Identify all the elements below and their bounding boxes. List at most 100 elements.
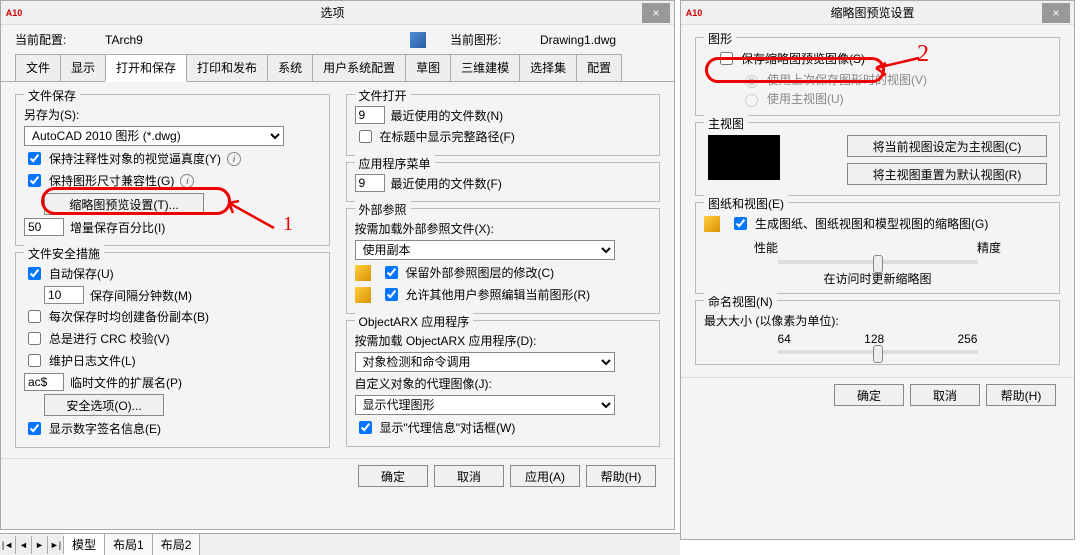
current-drawing-label: 当前图形: [450, 31, 520, 48]
tab-1[interactable]: 显示 [60, 54, 106, 81]
save-as-label: 另存为(S): [24, 106, 79, 123]
scroll-last-button[interactable]: ►| [48, 536, 64, 554]
info-icon[interactable]: i [227, 152, 241, 166]
save-thumbnail-checkbox[interactable] [720, 52, 733, 65]
home-view-preview [708, 135, 780, 180]
ok-button[interactable]: 确定 [358, 465, 428, 487]
generate-thumb-checkbox[interactable] [734, 217, 747, 230]
layout-tab-1[interactable]: 布局1 [105, 534, 153, 555]
dialog-title: 选项 [23, 4, 642, 21]
tab-4[interactable]: 系统 [267, 54, 313, 81]
help-button[interactable]: 帮助(H) [986, 384, 1056, 406]
close-icon[interactable]: × [1042, 3, 1070, 23]
precision-slider[interactable] [778, 260, 978, 264]
crc-checkbox[interactable] [28, 332, 41, 345]
help-button[interactable]: 帮助(H) [586, 465, 656, 487]
tick-128: 128 [864, 332, 884, 346]
tab-strip: 文件显示打开和保存打印和发布系统用户系统配置草图三维建模选择集配置 [1, 54, 674, 82]
cancel-button[interactable]: 取消 [434, 465, 504, 487]
tab-7[interactable]: 三维建模 [450, 54, 520, 81]
apply-button[interactable]: 应用(A) [510, 465, 580, 487]
annotative-checkbox[interactable] [28, 152, 41, 165]
arx-group: ObjectARX 应用程序 按需加载 ObjectARX 应用程序(D): 对… [346, 320, 661, 447]
max-size-label: 最大大小 (以像素为单位): [704, 312, 839, 329]
signature-checkbox[interactable] [28, 422, 41, 435]
backup-checkbox[interactable] [28, 310, 41, 323]
xref-load-select[interactable]: 使用副本 [355, 240, 615, 260]
app-icon: A10 [5, 6, 23, 20]
tab-3[interactable]: 打印和发布 [186, 54, 268, 81]
group-title: 文件保存 [24, 87, 80, 104]
set-home-button[interactable]: 将当前视图设定为主视图(C) [847, 135, 1047, 157]
xref-icon [355, 265, 371, 281]
current-profile-label: 当前配置: [15, 31, 85, 48]
fullpath-checkbox[interactable] [359, 130, 372, 143]
temp-ext-label: 临时文件的扩展名(P) [70, 374, 182, 391]
scroll-first-button[interactable]: |◄ [0, 536, 16, 554]
tab-2[interactable]: 打开和保存 [105, 54, 187, 82]
recent-files-label: 最近使用的文件数(N) [391, 107, 504, 124]
xref-icon [355, 287, 371, 303]
close-icon[interactable]: × [642, 3, 670, 23]
annotative-label: 保持注释性对象的视觉逼真度(Y) [49, 150, 221, 167]
precision-label: 精度 [977, 239, 1001, 256]
tab-5[interactable]: 用户系统配置 [312, 54, 406, 81]
autosave-input[interactable] [44, 286, 84, 304]
tab-0[interactable]: 文件 [15, 54, 61, 81]
file-safety-group: 文件安全措施 自动保存(U) 保存间隔分钟数(M) 每次保存时均创建备份副本(B… [15, 252, 330, 448]
retain-layer-label: 保留外部参照图层的修改(C) [406, 264, 555, 281]
proxy-info-checkbox[interactable] [359, 421, 372, 434]
temp-ext-input[interactable] [24, 373, 64, 391]
tab-6[interactable]: 草图 [405, 54, 451, 81]
menu-recent-input[interactable] [355, 174, 385, 192]
current-drawing-value: Drawing1.dwg [540, 33, 660, 47]
backup-label: 每次保存时均创建备份副本(B) [49, 308, 209, 325]
tick-256: 256 [957, 332, 977, 346]
autosave-checkbox[interactable] [28, 267, 41, 280]
thumbnail-settings-button[interactable]: 缩略图预览设置(T)... [44, 193, 204, 215]
titlebar: A10 选项 × [1, 1, 674, 25]
scroll-next-button[interactable]: ► [32, 536, 48, 554]
drawing-icon [410, 32, 426, 48]
layout-tab-2[interactable]: 布局2 [153, 534, 201, 555]
status-bar: |◄ ◄ ► ►| 模型布局1布局2 [0, 533, 680, 555]
recent-files-input[interactable] [355, 106, 385, 124]
ok-button[interactable]: 确定 [834, 384, 904, 406]
cancel-button[interactable]: 取消 [910, 384, 980, 406]
tab-9[interactable]: 配置 [576, 54, 622, 81]
titlebar: A10 缩略图预览设置 × [681, 1, 1074, 25]
home-view-radio[interactable] [745, 94, 758, 107]
info-icon[interactable]: i [180, 174, 194, 188]
file-open-group: 文件打开 最近使用的文件数(N) 在标题中显示完整路径(F) [346, 94, 661, 156]
group-title: 外部参照 [355, 201, 411, 218]
proxy-image-label: 自定义对象的代理图像(J): [355, 375, 492, 392]
increment-label: 增量保存百分比(I) [70, 219, 165, 236]
lastsave-view-radio[interactable] [745, 75, 758, 88]
arx-load-select[interactable]: 对象检测和命令调用 [355, 352, 615, 372]
tab-8[interactable]: 选择集 [519, 54, 577, 81]
group-title: 图纸和视图(E) [704, 195, 788, 212]
autosave-interval-label: 保存间隔分钟数(M) [90, 287, 192, 304]
group-title: 命名视图(N) [704, 293, 777, 310]
allow-edit-checkbox[interactable] [385, 288, 398, 301]
reset-home-button[interactable]: 将主视图重置为默认视图(R) [847, 163, 1047, 185]
save-as-select[interactable]: AutoCAD 2010 图形 (*.dwg) [24, 126, 284, 146]
home-view-group: 主视图 将当前视图设定为主视图(C) 将主视图重置为默认视图(R) [695, 122, 1060, 196]
proxy-image-select[interactable]: 显示代理图形 [355, 395, 615, 415]
retain-layer-checkbox[interactable] [385, 266, 398, 279]
size-slider[interactable] [778, 350, 978, 354]
sheet-icon [704, 216, 720, 232]
log-checkbox[interactable] [28, 354, 41, 367]
arx-load-label: 按需加载 ObjectARX 应用程序(D): [355, 332, 537, 349]
tick-64: 64 [778, 332, 791, 346]
increment-input[interactable] [24, 218, 64, 236]
drawing-group: 图形 保存缩略图预览图像(S) 使用上次保存图形时的视图(V) 使用主视图(U) [695, 37, 1060, 116]
dialog-body: 图形 保存缩略图预览图像(S) 使用上次保存图形时的视图(V) 使用主视图(U)… [681, 25, 1074, 377]
dialog-title: 缩略图预览设置 [703, 4, 1042, 21]
scroll-prev-button[interactable]: ◄ [16, 536, 32, 554]
layout-tab-0[interactable]: 模型 [64, 534, 105, 555]
right-column: 文件打开 最近使用的文件数(N) 在标题中显示完整路径(F) 应用程序菜单 最近… [342, 88, 665, 454]
xref-group: 外部参照 按需加载外部参照文件(X): 使用副本 保留外部参照图层的修改(C) … [346, 208, 661, 314]
security-options-button[interactable]: 安全选项(O)... [44, 394, 164, 416]
compat-checkbox[interactable] [28, 174, 41, 187]
